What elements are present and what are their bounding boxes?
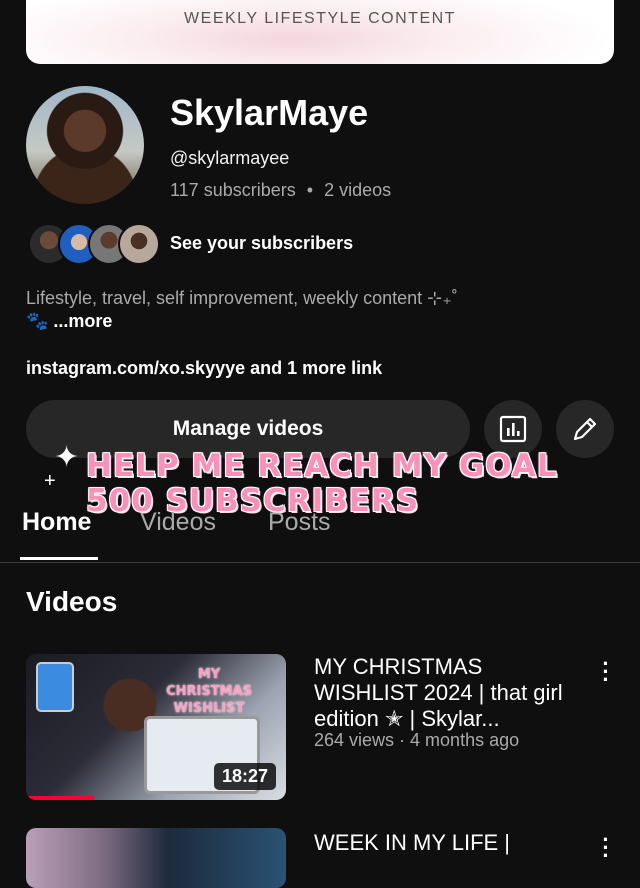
tab-posts[interactable]: Posts (268, 508, 331, 537)
see-subscribers-link[interactable]: See your subscribers (170, 233, 353, 254)
channel-links[interactable]: instagram.com/xo.skyyye and 1 more link (26, 358, 382, 379)
tablet-graphic (36, 662, 74, 712)
goal-overlay-line2: 500 SUBSCRIBERS (86, 483, 420, 519)
thumbnail-caption: MY CHRISTMAS WISHLIST (166, 667, 252, 716)
subscriber-count: 117 subscribers (170, 180, 296, 200)
description-more-link[interactable]: 🐾 ...more (26, 310, 586, 333)
tabs-divider (0, 562, 640, 563)
more-options-icon[interactable]: · · · (596, 653, 616, 691)
sparkle-icon: + (44, 470, 56, 492)
stats-separator: • (306, 180, 314, 200)
banner-tagline: WEEKLY LIFESTYLE CONTENT (184, 10, 456, 27)
analytics-icon (499, 415, 527, 443)
channel-stats: 117 subscribers • 2 videos (170, 180, 391, 201)
tab-videos[interactable]: Videos (140, 508, 216, 537)
sparkle-icon: ✦ (54, 441, 80, 474)
pencil-icon (573, 417, 597, 441)
description-text: Lifestyle, travel, self improvement, wee… (26, 288, 458, 308)
video-thumbnail[interactable]: MY CHRISTMAS WISHLIST 18:27 (26, 654, 286, 800)
video-meta: 264 views · 4 months ago (314, 730, 520, 750)
channel-handle: @skylarmayee (170, 148, 290, 168)
channel-banner: WEEKLY LIFESTYLE CONTENT (26, 0, 614, 64)
videos-section-title: Videos (26, 586, 118, 617)
video-title[interactable]: WEEK IN MY LIFE | (314, 830, 572, 856)
channel-avatar[interactable] (26, 86, 144, 204)
edit-channel-button[interactable] (556, 400, 614, 458)
active-tab-indicator (20, 557, 98, 560)
channel-description[interactable]: Lifestyle, travel, self improvement, wee… (26, 287, 586, 333)
video-duration: 18:27 (213, 763, 276, 790)
subscriber-avatar-stack[interactable] (28, 223, 160, 265)
watch-progress-bar (26, 796, 94, 800)
more-options-icon[interactable]: · · · (596, 829, 616, 867)
tab-home[interactable]: Home (22, 508, 91, 537)
subscriber-avatar (118, 223, 160, 265)
video-thumbnail[interactable] (26, 828, 286, 888)
video-count: 2 videos (324, 180, 392, 200)
video-title[interactable]: MY CHRISTMAS WISHLIST 2024 | that girl e… (314, 654, 572, 732)
channel-name: SkylarMaye (170, 92, 369, 133)
goal-overlay-line1: HELP ME REACH MY GOAL (86, 448, 558, 484)
